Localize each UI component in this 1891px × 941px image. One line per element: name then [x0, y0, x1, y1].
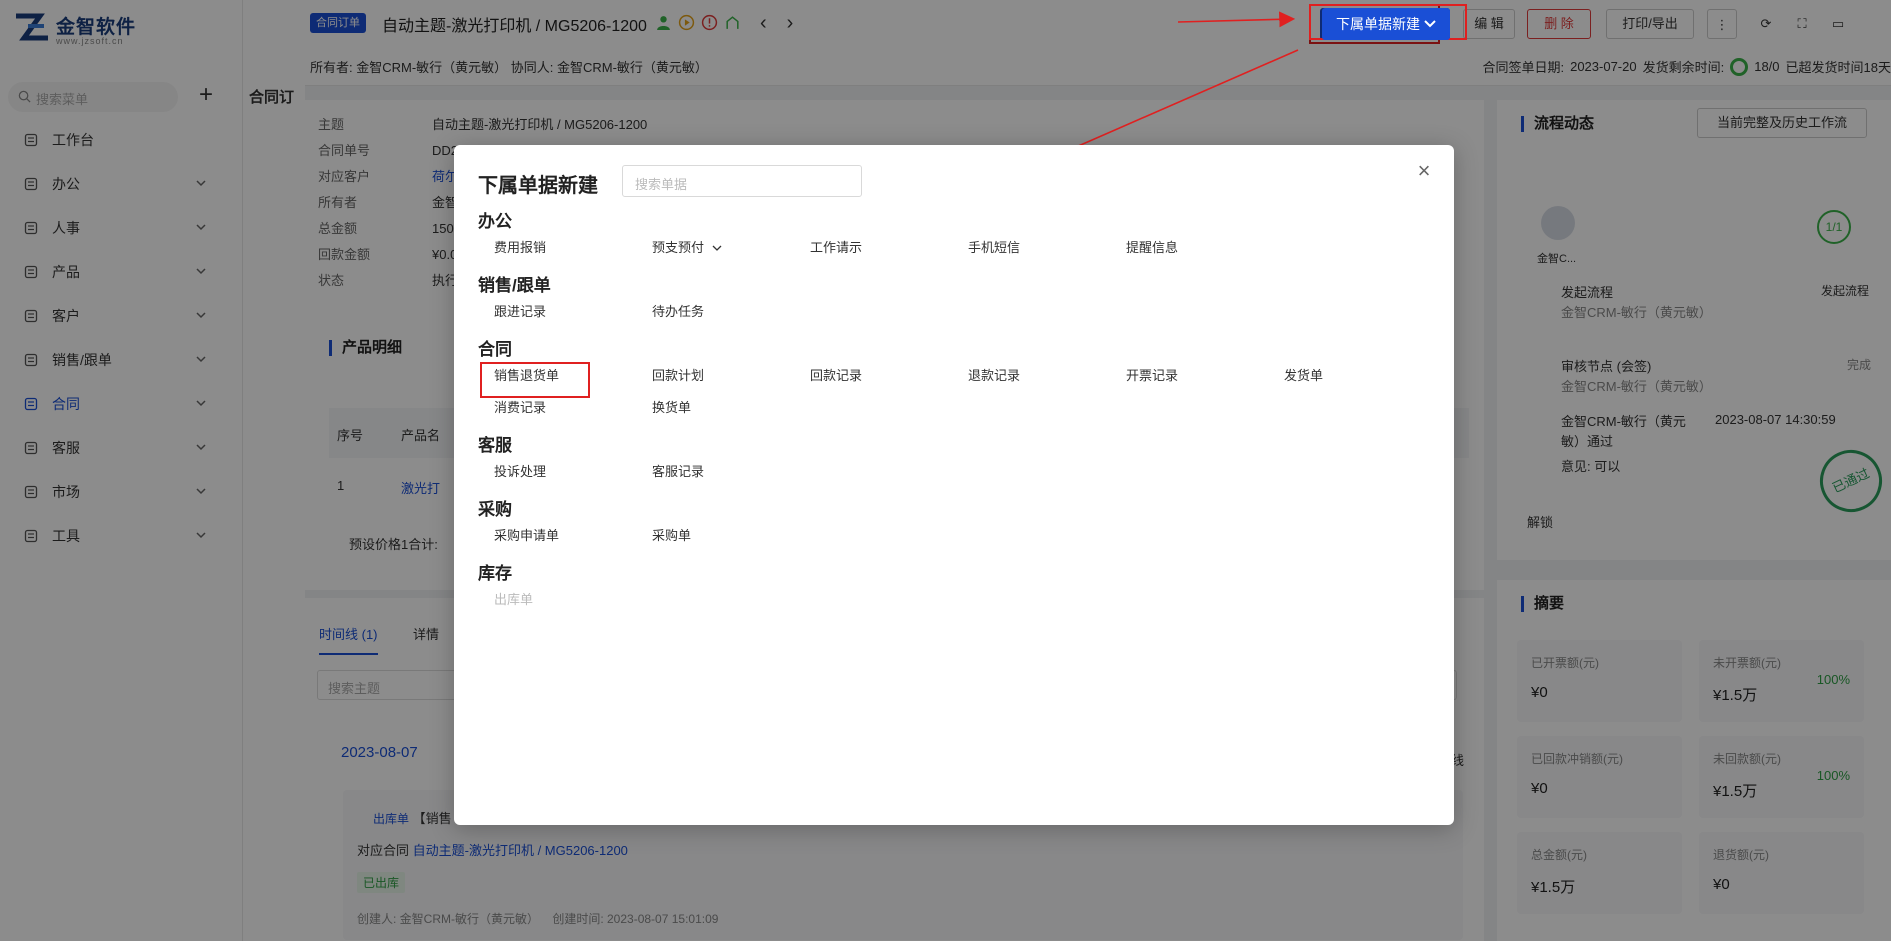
- group-title: 合同: [478, 340, 512, 359]
- document-type-item[interactable]: 回款计划: [652, 365, 704, 384]
- document-type-item[interactable]: 退款记录: [968, 365, 1020, 384]
- close-icon[interactable]: ×: [1412, 159, 1436, 183]
- group-title: 办公: [478, 212, 512, 231]
- document-type-item[interactable]: 采购单: [652, 525, 691, 544]
- dialog-title: 下属单据新建: [478, 175, 598, 197]
- group-title: 采购: [478, 500, 512, 519]
- document-type-item[interactable]: 消费记录: [494, 397, 546, 416]
- document-type-item[interactable]: 采购申请单: [494, 525, 559, 544]
- document-type-item[interactable]: 手机短信: [968, 237, 1020, 256]
- document-type-label: 销售退货单: [494, 368, 560, 383]
- document-type-label: 采购单: [652, 528, 692, 543]
- group-title: 销售/跟单: [478, 276, 551, 295]
- document-search-input[interactable]: 搜索单据: [622, 165, 862, 197]
- document-type-label: 回款记录: [810, 368, 863, 383]
- document-type-label: 手机短信: [968, 240, 1021, 255]
- new-sub-document-label-highlighted: 下属单据新建: [1336, 16, 1420, 32]
- document-type-label: 开票记录: [1126, 368, 1179, 383]
- chevron-down-icon: [1424, 20, 1436, 28]
- document-type-label: 预支预付: [652, 240, 705, 255]
- document-type-item[interactable]: 客服记录: [652, 461, 704, 480]
- document-type-item[interactable]: 换货单: [652, 397, 691, 416]
- document-type-item[interactable]: 工作请示: [810, 237, 862, 256]
- group-title: 库存: [478, 564, 512, 583]
- document-type-item[interactable]: 发货单: [1284, 365, 1323, 384]
- document-type-label: 投诉处理: [494, 464, 547, 479]
- document-type-item[interactable]: 跟进记录: [494, 301, 546, 320]
- document-type-label: 出库单: [494, 592, 534, 607]
- document-type-label: 换货单: [652, 400, 692, 415]
- document-type-label: 提醒信息: [1126, 240, 1179, 255]
- new-sub-document-button-highlighted[interactable]: 下属单据新建: [1322, 8, 1450, 40]
- document-type-label: 费用报销: [494, 240, 547, 255]
- document-type-item[interactable]: 销售退货单: [494, 365, 559, 384]
- document-type-item: 出库单: [494, 589, 533, 608]
- document-type-item[interactable]: 提醒信息: [1126, 237, 1178, 256]
- document-type-label: 发货单: [1284, 368, 1324, 383]
- group-title: 客服: [478, 436, 512, 455]
- chevron-down-icon: [712, 245, 722, 251]
- document-type-label: 消费记录: [494, 400, 547, 415]
- document-type-label: 跟进记录: [494, 304, 547, 319]
- document-type-label: 工作请示: [810, 240, 863, 255]
- new-sub-document-dialog: 下属单据新建 搜索单据 × 办公费用报销 预支预付 工作请示 手机短信 提醒信息销售/…: [454, 145, 1454, 825]
- document-type-label: 客服记录: [652, 464, 705, 479]
- document-type-label: 退款记录: [968, 368, 1021, 383]
- document-type-item[interactable]: 费用报销: [494, 237, 546, 256]
- document-type-item[interactable]: 回款记录: [810, 365, 862, 384]
- document-type-item[interactable]: 投诉处理: [494, 461, 546, 480]
- document-type-item[interactable]: 开票记录: [1126, 365, 1178, 384]
- document-type-label: 回款计划: [652, 368, 705, 383]
- document-type-item[interactable]: 预支预付: [652, 237, 722, 256]
- document-type-label: 采购申请单: [494, 528, 560, 543]
- document-type-item[interactable]: 待办任务: [652, 301, 704, 320]
- document-type-label: 待办任务: [652, 304, 705, 319]
- document-search-placeholder: 搜索单据: [635, 177, 688, 192]
